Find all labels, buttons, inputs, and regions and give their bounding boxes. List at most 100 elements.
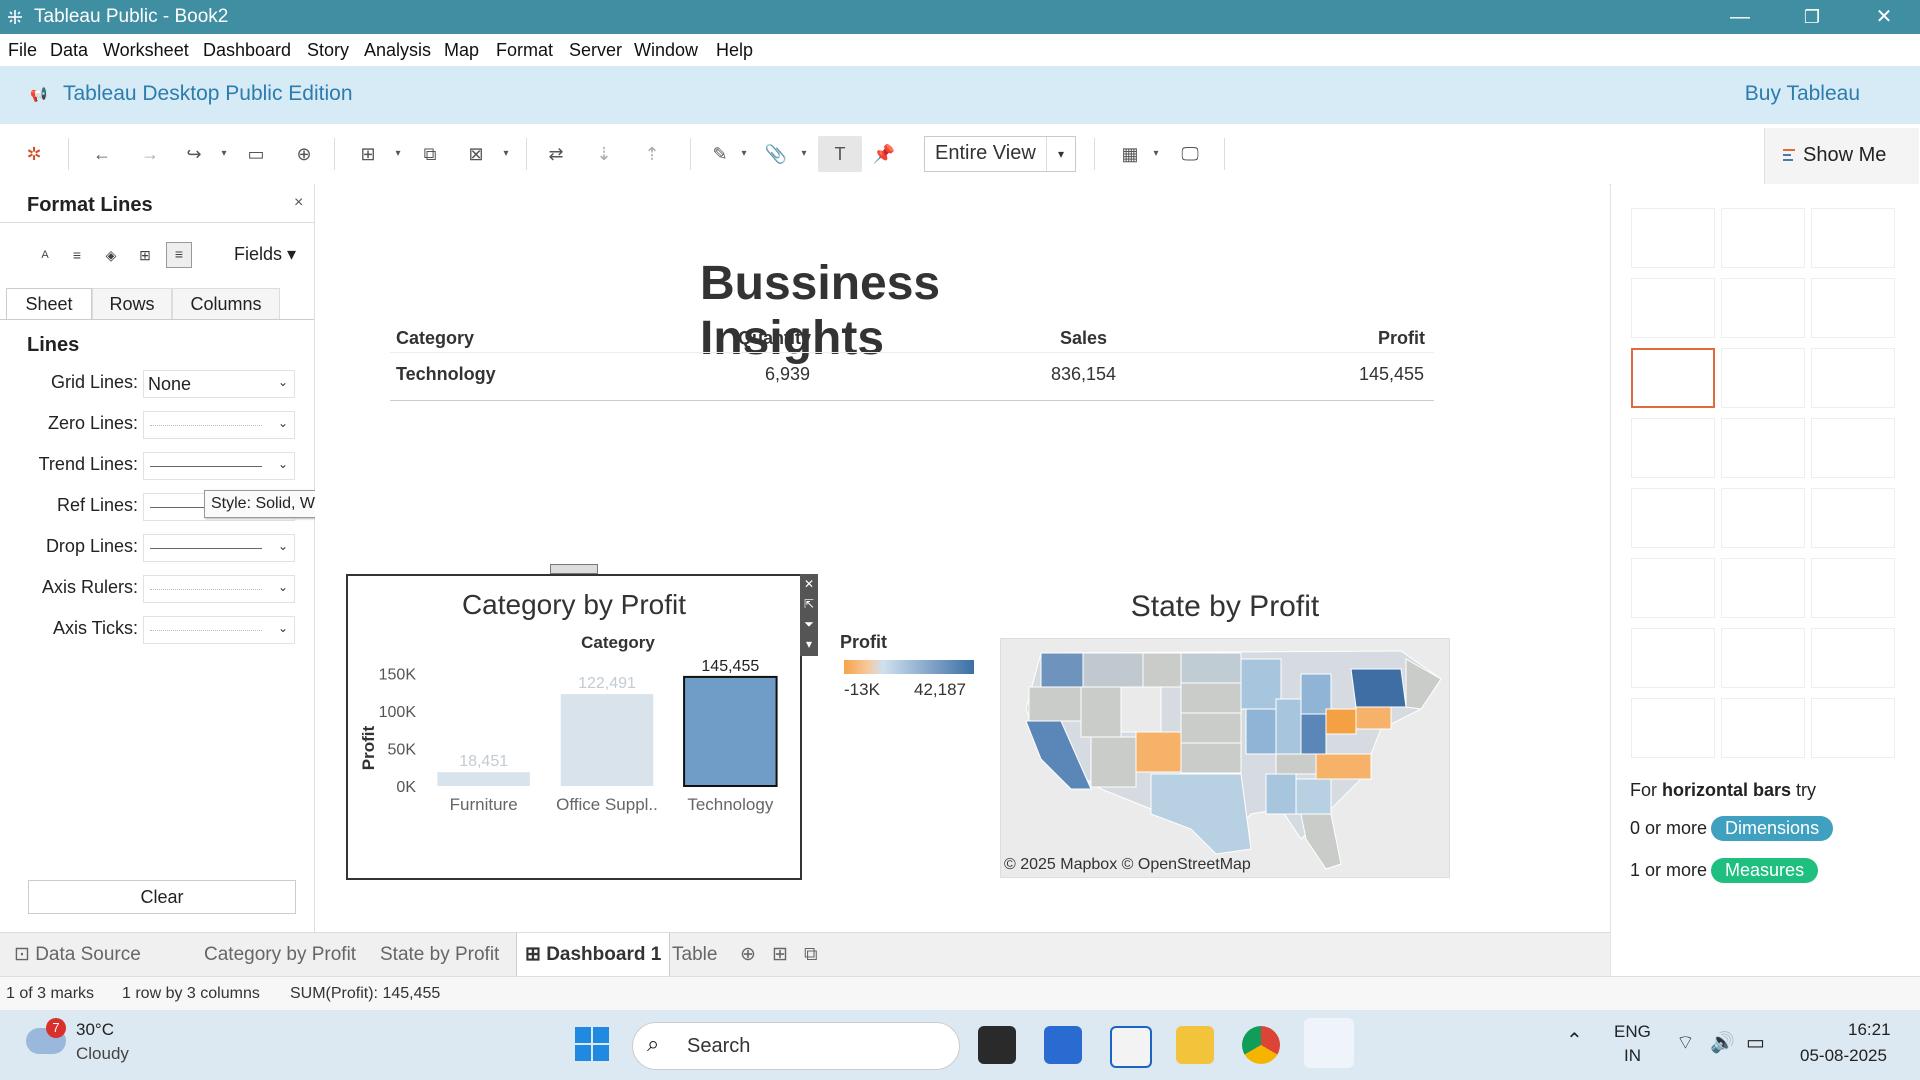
- tab-data-source[interactable]: ⊡ Data Source: [6, 933, 149, 977]
- fix-axes-icon[interactable]: 📌: [872, 142, 896, 166]
- language-line2[interactable]: IN: [1624, 1046, 1641, 1066]
- fit-view-select[interactable]: Entire View ▾: [924, 136, 1076, 172]
- fields-dropdown[interactable]: Fields ▾: [234, 244, 296, 265]
- redo-dropdown-icon[interactable]: ▾: [212, 142, 236, 166]
- app-icon[interactable]: [1110, 1026, 1152, 1068]
- clock-time[interactable]: 16:21: [1848, 1020, 1891, 1040]
- state-profit-map[interactable]: [1000, 638, 1450, 878]
- volume-icon[interactable]: 🔊: [1710, 1030, 1735, 1055]
- windows-start-icon[interactable]: [574, 1026, 610, 1062]
- menu-dashboard[interactable]: Dashboard: [203, 40, 291, 61]
- chrome-icon[interactable]: [1242, 1026, 1280, 1064]
- box-whisker-thumb[interactable]: [1811, 628, 1895, 688]
- menu-data[interactable]: Data: [50, 40, 88, 61]
- scatter-plot-thumb[interactable]: [1631, 628, 1715, 688]
- clear-sheet-icon[interactable]: ⊠: [464, 142, 488, 166]
- tab-columns[interactable]: Columns: [172, 288, 280, 319]
- new-worksheet-icon[interactable]: ⊞: [356, 142, 380, 166]
- format-lines-icon[interactable]: ≡: [166, 242, 192, 268]
- symbol-map-thumb[interactable]: [1631, 278, 1715, 338]
- axis-ticks-select[interactable]: ⌄: [143, 616, 295, 644]
- bar-office-suppl-[interactable]: [560, 694, 654, 786]
- tab-table[interactable]: Table: [664, 933, 725, 977]
- drop-lines-select[interactable]: ⌄: [143, 534, 295, 562]
- axis-rulers-select[interactable]: ⌄: [143, 575, 295, 603]
- bar-technology[interactable]: [683, 675, 778, 787]
- tab-dashboard-1[interactable]: ⊞ Dashboard 1: [516, 933, 671, 977]
- use-as-filter-icon[interactable]: ⏷: [800, 614, 818, 634]
- show-me-button[interactable]: Show Me: [1764, 128, 1919, 184]
- taskbar-search[interactable]: ⌕ Search: [632, 1022, 960, 1070]
- area-continuous-thumb[interactable]: [1631, 558, 1715, 618]
- menu-map[interactable]: Map: [444, 40, 479, 61]
- packed-bubbles-thumb[interactable]: [1811, 698, 1895, 758]
- text-table-thumb[interactable]: [1631, 208, 1715, 268]
- area-discrete-thumb[interactable]: [1721, 558, 1805, 618]
- restore-button[interactable]: ❐: [1792, 4, 1832, 30]
- menu-server[interactable]: Server: [569, 40, 622, 61]
- side-by-side-bars-thumb[interactable]: [1811, 348, 1895, 408]
- treemap-thumb[interactable]: [1631, 418, 1715, 478]
- menu-worksheet[interactable]: Worksheet: [103, 40, 189, 61]
- clear-sheet-dropdown-icon[interactable]: ▾: [494, 142, 518, 166]
- category-by-profit-panel[interactable]: Category by Profit Category Profit 0K 50K…: [346, 574, 802, 880]
- discrete-lines-thumb[interactable]: [1721, 488, 1805, 548]
- language-line1[interactable]: ENG: [1614, 1022, 1651, 1042]
- dual-combination-thumb[interactable]: [1811, 558, 1895, 618]
- task-view-icon[interactable]: [978, 1026, 1016, 1064]
- new-worksheet-tab-icon[interactable]: ⊕: [732, 933, 764, 977]
- table-cell-category[interactable]: Technology: [396, 364, 496, 385]
- table-cell-sales[interactable]: 836,154: [1051, 364, 1116, 385]
- new-dashboard-tab-icon[interactable]: ⊞: [764, 933, 796, 977]
- clock-date[interactable]: 05-08-2025: [1800, 1046, 1887, 1066]
- grid-lines-select[interactable]: None ⌄: [143, 370, 295, 398]
- group-dropdown-icon[interactable]: ▾: [792, 142, 816, 166]
- back-icon[interactable]: ←: [90, 142, 114, 166]
- table-cell-quantity[interactable]: 6,939: [765, 364, 810, 385]
- stacked-bars-thumb[interactable]: [1721, 348, 1805, 408]
- side-by-side-circles-thumb[interactable]: [1811, 418, 1895, 478]
- tab-category-by-profit[interactable]: Category by Profit: [196, 933, 364, 977]
- show-mark-labels-icon[interactable]: T: [818, 136, 862, 172]
- zero-lines-select[interactable]: ⌄: [143, 411, 295, 439]
- file-explorer-icon[interactable]: [1176, 1026, 1214, 1064]
- chevron-up-icon[interactable]: ⌃: [1566, 1028, 1583, 1053]
- highlight-dropdown-icon[interactable]: ▾: [732, 142, 756, 166]
- show-cards-dropdown-icon[interactable]: ▾: [1144, 142, 1168, 166]
- format-font-icon[interactable]: A: [34, 244, 56, 266]
- menu-format[interactable]: Format: [496, 40, 553, 61]
- color-legend-gradient[interactable]: [844, 660, 974, 674]
- swap-rows-columns-icon[interactable]: ⇄: [544, 142, 568, 166]
- format-borders-icon[interactable]: ⊞: [134, 244, 156, 266]
- forward-icon[interactable]: →: [138, 142, 162, 166]
- presentation-mode-icon[interactable]: 🖵: [1178, 142, 1202, 166]
- show-cards-icon[interactable]: ▦: [1118, 142, 1142, 166]
- group-members-icon[interactable]: 📎: [764, 142, 788, 166]
- battery-icon[interactable]: ▭: [1746, 1030, 1765, 1055]
- close-button[interactable]: ✕: [1864, 4, 1904, 30]
- tab-state-by-profit[interactable]: State by Profit: [372, 933, 507, 977]
- format-alignment-icon[interactable]: ≡: [66, 244, 88, 266]
- heat-map-thumb[interactable]: [1721, 208, 1805, 268]
- horizontal-bars-thumb[interactable]: [1631, 348, 1715, 408]
- menu-file[interactable]: File: [8, 40, 37, 61]
- new-worksheet-dropdown-icon[interactable]: ▾: [386, 142, 410, 166]
- filled-map-thumb[interactable]: [1721, 278, 1805, 338]
- close-panel-icon[interactable]: ×: [294, 194, 303, 212]
- remove-icon[interactable]: ✕: [800, 574, 818, 594]
- drag-handle[interactable]: [550, 564, 598, 574]
- menu-story[interactable]: Story: [307, 40, 349, 61]
- go-to-sheet-icon[interactable]: ⇱: [800, 594, 818, 614]
- minimize-button[interactable]: —: [1720, 4, 1760, 30]
- pie-chart-thumb[interactable]: [1811, 278, 1895, 338]
- bar-furniture[interactable]: [437, 772, 530, 786]
- menu-window[interactable]: Window: [634, 40, 698, 61]
- bullet-graph-thumb[interactable]: [1721, 698, 1805, 758]
- table-cell-profit[interactable]: 145,455: [1359, 364, 1424, 385]
- wifi-icon[interactable]: ⌔: [1676, 1030, 1695, 1055]
- store-icon[interactable]: [1044, 1026, 1082, 1064]
- sort-descending-icon[interactable]: ⇡: [640, 142, 664, 166]
- duplicate-sheet-icon[interactable]: ⧉: [418, 142, 442, 166]
- tableau-taskbar-icon[interactable]: [1304, 1018, 1354, 1068]
- continuous-lines-thumb[interactable]: [1631, 488, 1715, 548]
